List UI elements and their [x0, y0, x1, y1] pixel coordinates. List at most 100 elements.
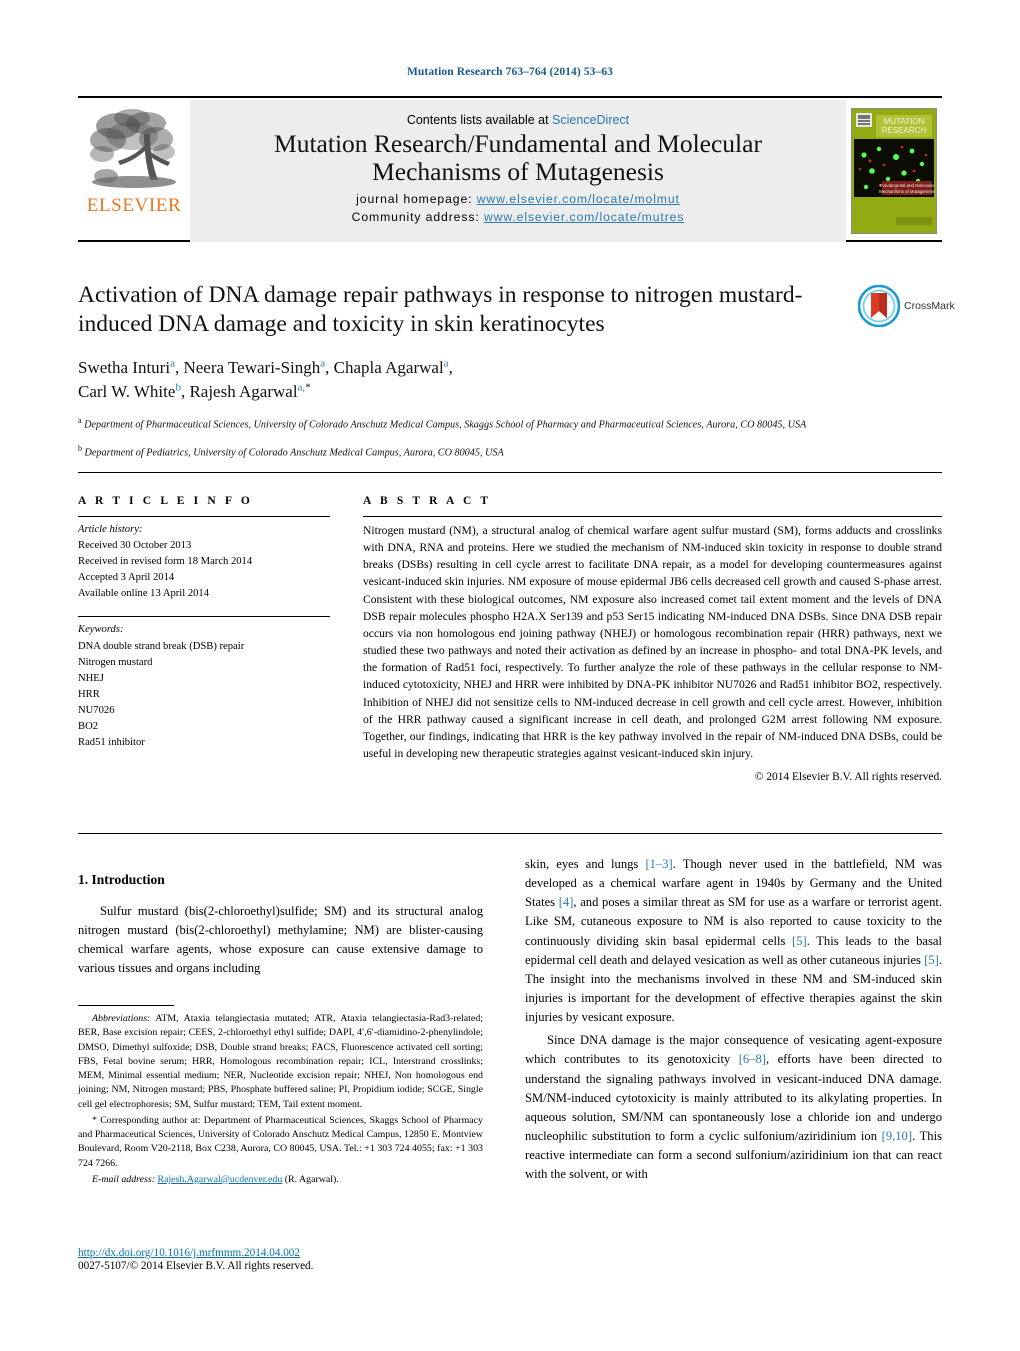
article-info-heading: A R T I C L E I N F O [78, 495, 253, 507]
journal-cover-image: MUTATION RESEARCH Fundamental and Molecu… [851, 108, 937, 234]
crossmark-badge[interactable]: CrossMark [858, 283, 962, 329]
community-address-link[interactable]: www.elsevier.com/locate/mutres [484, 210, 684, 224]
keywords-label: Keywords: [78, 624, 124, 636]
title-block: Activation of DNA damage repair pathways… [78, 281, 838, 461]
keyword-item: DNA double strand break (DSB) repair [78, 640, 245, 652]
body-column-left: 1. Introduction Sulfur mustard (bis(2-ch… [78, 872, 483, 983]
email-suffix: (R. Agarwal). [282, 1173, 339, 1185]
running-head: Mutation Research 763–764 (2014) 53–63 [406, 66, 614, 78]
email-footnote: E-mail address: Rajesh.Agarwal@ucdenver.… [78, 1173, 483, 1187]
article-info-rule-2 [78, 616, 330, 618]
elsevier-wordmark: ELSEVIER [86, 195, 182, 216]
keyword-item: Rad51 inhibitor [78, 737, 145, 749]
corresponding-author-text: Corresponding author at: Department of P… [78, 1114, 483, 1169]
journal-title-line-2: Mechanisms of Mutagenesis [372, 156, 664, 186]
journal-cover-thumbnail: MUTATION RESEARCH Fundamental and Molecu… [846, 100, 942, 242]
footer-doi-block: http://dx.doi.org/10.1016/j.mrfmmm.2014.… [78, 1247, 578, 1272]
article-info-column: A R T I C L E I N F O Article history: R… [78, 495, 330, 751]
email-address-link[interactable]: Rajesh.Agarwal@ucdenver.edu [157, 1174, 282, 1185]
divider-above-abstract [78, 472, 942, 473]
affiliation-b: b Department of Pediatrics, University o… [78, 443, 838, 461]
paper-page: Mutation Research 763–764 (2014) 53–63 E… [0, 0, 1020, 1351]
abbreviations-footnote: Abbreviations: ATM, Ataxia telangiectasi… [78, 1012, 483, 1112]
citation-ref-9-10[interactable]: [9,10] [882, 1129, 912, 1143]
article-history-block: Article history: Received 30 October 201… [78, 522, 330, 602]
footnote-divider [78, 1005, 174, 1006]
svg-text:MUTATION: MUTATION [884, 117, 925, 126]
abbreviations-text: ATM, Ataxia telangiectasia mutated; ATR,… [78, 1013, 483, 1110]
author-neera-tewari-singh: , Neera Tewari-Singh [174, 357, 321, 377]
keywords-block: Keywords: DNA double strand break (DSB) … [78, 622, 330, 751]
affiliation-text-b: Department of Pediatrics, University of … [84, 447, 504, 459]
intro-r1-seg-a: skin, eyes and lungs [525, 857, 646, 871]
elsevier-tree-icon [90, 109, 176, 188]
abstract-column: A B S T R A C T Nitrogen mustard (NM), a… [363, 495, 942, 783]
community-address-line: Community address: www.elsevier.com/loca… [352, 209, 685, 227]
article-history-item: Available online 13 April 2014 [78, 588, 210, 600]
abstract-copyright: © 2014 Elsevier B.V. All rights reserved… [754, 771, 942, 784]
contents-list-line: Contents lists available at ScienceDirec… [407, 113, 629, 127]
article-history-item: Accepted 3 April 2014 [78, 572, 175, 584]
article-history-item: Received in revised form 18 March 2014 [78, 556, 253, 568]
abstract-heading: A B S T R A C T [363, 495, 492, 507]
corresponding-author-star: * [305, 381, 311, 394]
author-line-1: Swetha Inturia, Neera Tewari-Singha, Cha… [78, 356, 838, 381]
introduction-heading: 1. Introduction [78, 872, 165, 887]
author-chapla-agarwal: , Chapla Agarwal [325, 357, 444, 377]
affiliation-marker-b: b [78, 444, 82, 454]
page-title: Activation of DNA damage repair pathways… [78, 281, 838, 340]
abbreviations-label: Abbreviations: [92, 1013, 151, 1024]
article-info-rule-1 [78, 516, 330, 517]
journal-homepage-line: journal homepage: www.elsevier.com/locat… [356, 191, 680, 209]
footnote-block: Abbreviations: ATM, Ataxia telangiectasi… [78, 1005, 483, 1189]
sciencedirect-link[interactable]: ScienceDirect [552, 113, 629, 127]
author-line1-tail: , [448, 357, 453, 377]
divider-below-abstract [78, 833, 942, 834]
introduction-paragraph-left: Sulfur mustard (bis(2-chloroethyl)sulfid… [78, 904, 483, 976]
keyword-item: Nitrogen mustard [78, 656, 153, 668]
article-history-label: Article history: [78, 524, 143, 535]
citation-ref-1-3[interactable]: [1–3] [645, 857, 672, 871]
crossmark-label: CrossMark [904, 300, 955, 312]
corresponding-author-footnote: * Corresponding author at: Department of… [78, 1114, 483, 1171]
introduction-paragraph-right-2: Since DNA damage is the major consequenc… [525, 1031, 942, 1184]
email-address-label: E-mail address: [92, 1173, 155, 1185]
paper-title-line-1: Activation of DNA damage repair pathways… [78, 282, 713, 308]
affiliation-text-a: Department of Pharmaceutical Sciences, U… [84, 419, 807, 431]
keyword-item: BO2 [78, 721, 99, 733]
cover-artwork-icon: MUTATION RESEARCH Fundamental and Molecu… [852, 109, 936, 233]
journal-homepage-link[interactable]: www.elsevier.com/locate/molmut [477, 192, 680, 206]
author-rajesh-agarwal: , Rajesh Agarwal [180, 382, 298, 402]
author-line-2: Carl W. Whiteb, Rajesh Agarwala,* [78, 380, 838, 405]
body-column-right: skin, eyes and lungs [1–3]. Though never… [525, 855, 942, 1188]
citation-ref-4[interactable]: [4] [559, 895, 574, 909]
svg-text:RESEARCH: RESEARCH [882, 126, 927, 135]
masthead-center: Contents lists available at ScienceDirec… [190, 100, 846, 242]
author-swetha-inturi: Swetha Inturi [78, 357, 171, 377]
article-history-item: Received 30 October 2013 [78, 540, 192, 552]
citation-ref-5b[interactable]: [5] [924, 953, 939, 967]
doi-link[interactable]: http://dx.doi.org/10.1016/j.mrfmmm.2014.… [78, 1247, 578, 1259]
author-list: Swetha Inturia, Neera Tewari-Singha, Cha… [78, 356, 838, 405]
keyword-item: NHEJ [78, 672, 104, 684]
abstract-rule [363, 516, 942, 517]
introduction-paragraph-right-1: skin, eyes and lungs [1–3]. Though never… [525, 855, 942, 1027]
affiliation-marker-a: a [78, 416, 82, 426]
elsevier-logo: ELSEVIER [78, 100, 190, 242]
citation-ref-6-8[interactable]: [6–8] [739, 1052, 766, 1066]
contents-prefix: Contents lists available at [406, 113, 553, 128]
svg-text:Fundamental and Molecular: Fundamental and Molecular [880, 183, 935, 188]
keyword-item: HRR [78, 688, 100, 700]
issn-copyright: 0027-5107/© 2014 Elsevier B.V. All right… [78, 1260, 314, 1272]
svg-text:Mechanisms of Mutagenesis: Mechanisms of Mutagenesis [879, 189, 935, 194]
journal-homepage-label: journal homepage: [356, 192, 473, 207]
journal-title: Mutation Research/Fundamental and Molecu… [274, 130, 762, 185]
citation-ref-5a[interactable]: [5] [792, 934, 807, 948]
abstract-text: Nitrogen mustard (NM), a structural anal… [363, 524, 942, 761]
journal-masthead: ELSEVIER Contents lists available at Sci… [78, 96, 942, 242]
journal-title-line-1: Mutation Research/Fundamental and Molecu… [274, 129, 762, 159]
keyword-item: NU7026 [78, 704, 115, 716]
author-carl-w-white: Carl W. White [78, 382, 176, 402]
crossmark-icon[interactable] [858, 285, 900, 327]
community-address-label: Community address: [351, 210, 480, 225]
